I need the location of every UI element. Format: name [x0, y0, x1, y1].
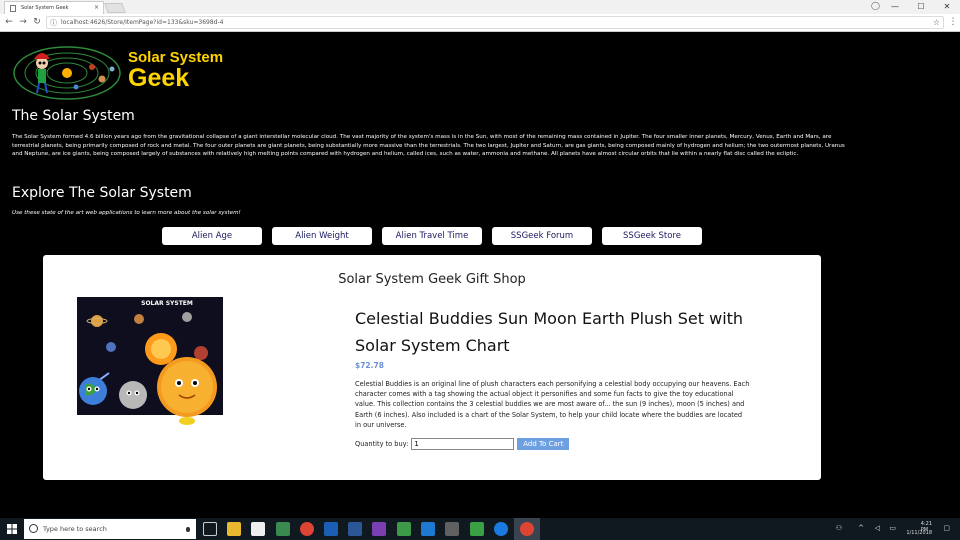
- product-name: Celestial Buddies Sun Moon Earth Plush S…: [355, 309, 744, 355]
- store-app-icon[interactable]: [251, 522, 265, 536]
- add-to-cart-button[interactable]: Add To Cart: [517, 438, 570, 450]
- quantity-label: Quantity to buy:: [355, 440, 409, 448]
- browser-tabbar: Solar System Geek × ◯ — ☐ ✕: [0, 0, 960, 14]
- search-placeholder: Type here to search: [43, 525, 107, 533]
- section-heading-explore: Explore The Solar System: [12, 185, 192, 201]
- visual-studio-icon[interactable]: [372, 522, 386, 536]
- app-nav-buttons: Alien Age Alien Weight Alien Travel Time…: [162, 227, 702, 245]
- app-icon-2[interactable]: [397, 522, 411, 536]
- new-tab-button[interactable]: [104, 3, 126, 13]
- section-subtext-explore: Use these state of the art web applicati…: [12, 210, 241, 216]
- windows-taskbar: Type here to search ⚇ ^ ◁ ▭ 4:21 PM 1/11…: [0, 518, 960, 540]
- volume-icon[interactable]: ◁: [875, 524, 880, 532]
- file-explorer-icon[interactable]: [227, 522, 241, 536]
- people-icon[interactable]: ⚇: [836, 524, 842, 532]
- microphone-icon[interactable]: [186, 527, 190, 532]
- chrome-active-icon[interactable]: [520, 522, 534, 536]
- alien-weight-button[interactable]: Alien Weight: [272, 227, 372, 245]
- tray-chevron-icon[interactable]: ^: [858, 524, 864, 532]
- notifications-icon[interactable]: ▢: [943, 524, 950, 532]
- browser-menu-icon[interactable]: ⋮: [948, 16, 958, 29]
- store-panel: Solar System Geek Gift Shop SOLAR SYSTEM: [43, 255, 821, 480]
- minimize-button[interactable]: —: [882, 0, 908, 14]
- alien-age-button[interactable]: Alien Age: [162, 227, 262, 245]
- outlook-icon[interactable]: [324, 522, 338, 536]
- app-icon-1[interactable]: [276, 522, 290, 536]
- back-arrow-icon[interactable]: ←: [3, 16, 15, 29]
- ssgeek-store-button[interactable]: SSGeek Store: [602, 227, 702, 245]
- chart-label: SOLAR SYSTEM: [141, 300, 193, 307]
- word-icon[interactable]: [348, 522, 362, 536]
- windows-start-icon[interactable]: [0, 518, 24, 540]
- store-title: Solar System Geek Gift Shop: [338, 272, 526, 287]
- ssgeek-forum-button[interactable]: SSGeek Forum: [492, 227, 592, 245]
- app-icon-3[interactable]: [445, 522, 459, 536]
- chrome-icon[interactable]: [300, 522, 314, 536]
- forward-arrow-icon[interactable]: →: [17, 16, 29, 29]
- taskbar-search-input[interactable]: Type here to search: [24, 519, 196, 539]
- bookmark-star-icon[interactable]: ☆: [933, 17, 940, 29]
- section-paragraph-solar: The Solar System formed 4.6 billion year…: [12, 134, 845, 157]
- search-icon: [29, 524, 38, 533]
- close-window-button[interactable]: ✕: [934, 0, 960, 14]
- product-description: Celestial Buddies is an original line of…: [355, 380, 750, 429]
- info-icon[interactable]: ⓘ: [50, 17, 57, 29]
- alien-travel-time-button[interactable]: Alien Travel Time: [382, 227, 482, 245]
- url-text: localhost:4626/Store/ItemPage?id=133&sku…: [61, 19, 224, 26]
- brand-line-2: Geek: [128, 64, 190, 92]
- url-input[interactable]: ⓘ localhost:4626/Store/ItemPage?id=133&s…: [46, 16, 944, 29]
- page-content: Solar System Geek The Solar System The S…: [0, 33, 960, 518]
- quantity-input[interactable]: 1: [411, 438, 515, 450]
- product-price: $72.78: [355, 361, 384, 370]
- window-controls: — ☐ ✕: [882, 0, 960, 14]
- profile-icon[interactable]: ◯: [871, 1, 880, 10]
- network-icon[interactable]: ▭: [889, 524, 896, 532]
- maximize-button[interactable]: ☐: [908, 0, 934, 14]
- product-image: SOLAR SYSTEM: [77, 297, 223, 425]
- browser-tab[interactable]: Solar System Geek ×: [4, 1, 104, 14]
- address-bar: ← → ↻ ⓘ localhost:4626/Store/ItemPage?id…: [0, 14, 960, 32]
- quantity-row: Quantity to buy: 1 Add To Cart: [355, 438, 570, 450]
- close-tab-icon[interactable]: ×: [94, 2, 99, 14]
- solar-system-logo: [13, 46, 121, 100]
- section-heading-solar: The Solar System: [12, 108, 135, 124]
- edge-icon[interactable]: [494, 522, 508, 536]
- tab-title: Solar System Geek: [21, 5, 69, 11]
- app-icon-4[interactable]: [470, 522, 484, 536]
- task-view-icon[interactable]: [203, 522, 217, 536]
- vscode-icon[interactable]: [421, 522, 435, 536]
- reload-icon[interactable]: ↻: [31, 16, 43, 29]
- page-icon: [10, 5, 16, 12]
- clock-date[interactable]: 1/11/2018: [906, 530, 932, 536]
